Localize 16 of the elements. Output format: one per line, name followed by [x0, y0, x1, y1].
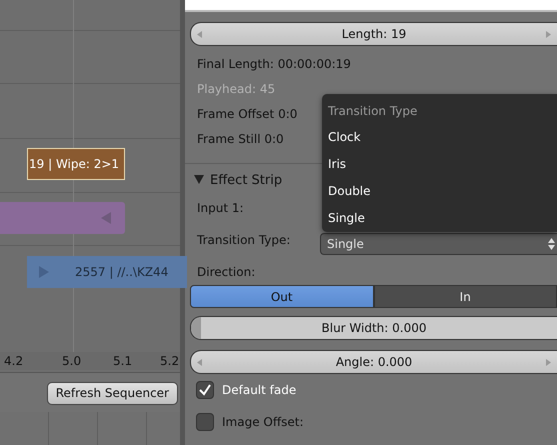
menu-title: Transition Type	[327, 103, 418, 120]
input-label: Input 1:	[197, 200, 245, 217]
frame-still-text: Frame Still 0:0	[197, 131, 284, 148]
ruler-label: 5.1	[113, 354, 132, 368]
final-length-text: Final Length: 00:00:00:19	[197, 56, 351, 73]
ruler-label: 4.2	[4, 354, 24, 368]
playhead-text: Playhead: 45	[197, 81, 276, 98]
strip-label: 19 | Wipe: 2>1	[29, 157, 120, 171]
direction-label: Direction:	[197, 264, 256, 281]
checkbox-label: Image Offset:	[222, 415, 304, 429]
transition-type-label: Transition Type:	[197, 232, 292, 249]
ruler-label: 5.0	[62, 354, 82, 368]
strip-label: 2557 | //..\KZ44	[75, 265, 168, 279]
frame-offset-text: Frame Offset 0:0	[197, 106, 298, 123]
ruler-label: 5.2	[160, 354, 180, 368]
checkbox-label: Default fade	[222, 383, 296, 397]
